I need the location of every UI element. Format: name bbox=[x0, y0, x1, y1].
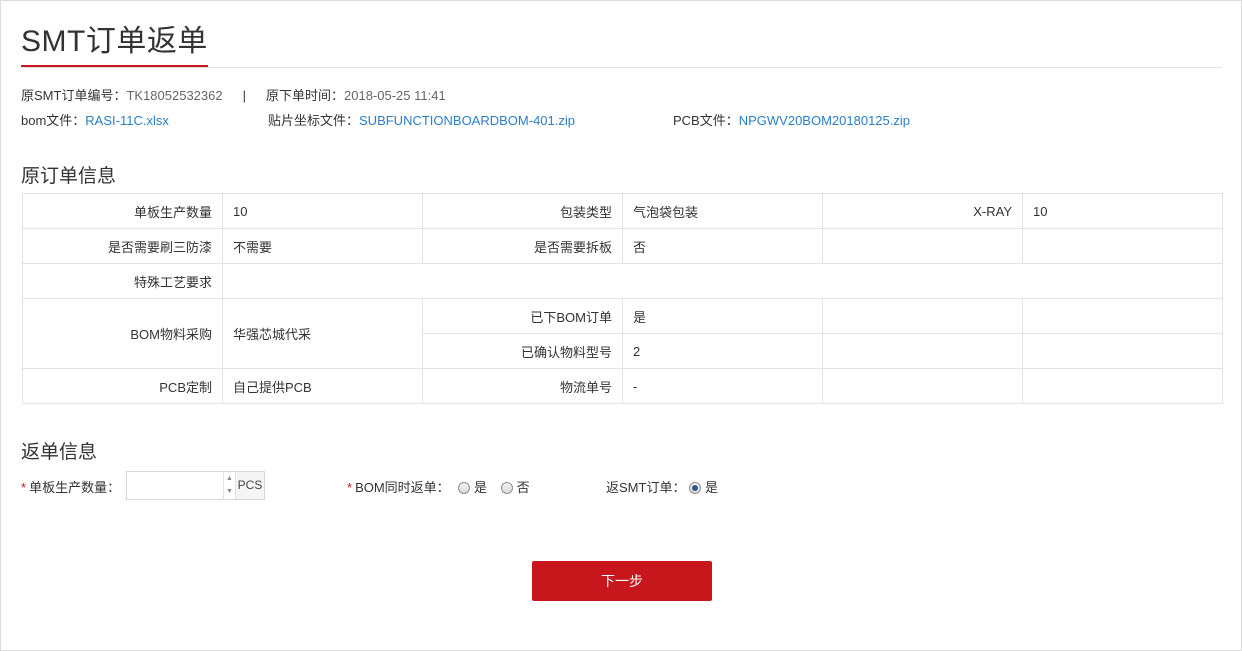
smt-return-radio-group: 是 bbox=[689, 477, 728, 496]
quantity-stepper: ▲ ▼ PCS bbox=[126, 471, 265, 500]
table-row: 是否需要刷三防漆 不需要 是否需要拆板 否 bbox=[22, 228, 1223, 264]
smt-return-yes[interactable]: 是 bbox=[689, 480, 718, 495]
special-value bbox=[222, 263, 1223, 299]
coord-file-link[interactable]: SUBFUNCTIONBOARDBOM-401.zip bbox=[359, 113, 575, 128]
return-form: * 单板生产数量： ▲ ▼ PCS * BOM同时返单： 是 否 返SMT订单： 是 bbox=[21, 471, 1221, 501]
confirmed-label: 已确认物料型号 bbox=[422, 333, 623, 369]
bom-ordered-label: 已下BOM订单 bbox=[422, 298, 623, 334]
empty-cell bbox=[1022, 333, 1223, 369]
empty-cell bbox=[1022, 298, 1223, 334]
bom-purchase-label: BOM物料采购 bbox=[22, 298, 223, 369]
empty-cell bbox=[1022, 368, 1223, 404]
original-order-table: 单板生产数量 10 包装类型 气泡袋包装 X-RAY 10 是否需要刷三防漆 不… bbox=[22, 193, 1223, 404]
radio-icon[interactable] bbox=[500, 482, 513, 494]
page-header: SMT订单返单 bbox=[21, 23, 1222, 68]
pack-value: 气泡袋包装 bbox=[622, 193, 823, 229]
bom-purchase-value: 华强芯城代采 bbox=[222, 298, 423, 369]
order-time-value: 2018-05-25 11:41 bbox=[344, 88, 446, 103]
pcb-custom-label: PCB定制 bbox=[22, 368, 223, 404]
bom-file-label: bom文件： bbox=[21, 113, 86, 128]
bom-return-no[interactable]: 否 bbox=[500, 480, 530, 495]
qty-value: 10 bbox=[222, 193, 423, 229]
empty-cell bbox=[822, 333, 1023, 369]
table-row: 单板生产数量 10 包装类型 气泡袋包装 X-RAY 10 bbox=[22, 193, 1223, 229]
quantity-input[interactable] bbox=[127, 472, 223, 499]
bom-file-link[interactable]: RASI-11C.xlsx bbox=[85, 113, 169, 128]
stepper-buttons: ▲ ▼ bbox=[223, 472, 235, 499]
original-order-heading: 原订单信息 bbox=[21, 166, 117, 187]
bom-return-radio-group: 是 否 bbox=[458, 477, 540, 496]
empty-cell bbox=[822, 228, 1023, 264]
pack-label: 包装类型 bbox=[422, 193, 623, 229]
order-time-label: 原下单时间： bbox=[266, 88, 345, 103]
meta-separator: | bbox=[242, 88, 246, 103]
xray-value: 10 bbox=[1022, 193, 1223, 229]
order-no-value: TK18052532362 bbox=[126, 88, 223, 103]
empty-cell bbox=[822, 298, 1023, 334]
empty-cell bbox=[822, 368, 1023, 404]
order-no-label: 原SMT订单编号： bbox=[21, 88, 127, 103]
radio-icon[interactable] bbox=[458, 482, 470, 494]
special-label: 特殊工艺要求 bbox=[22, 263, 223, 299]
pcb-file-label: PCB文件： bbox=[673, 113, 739, 128]
unit-label: PCS bbox=[235, 472, 264, 499]
table-row: PCB定制 自己提供PCB 物流单号 - bbox=[22, 368, 1223, 404]
bom-file-item: bom文件：RASI-11C.xlsx bbox=[21, 110, 169, 129]
empty-cell bbox=[1022, 228, 1223, 264]
pcb-file-item: PCB文件：NPGWV20BOM20180125.zip bbox=[673, 110, 910, 129]
pcb-file-link[interactable]: NPGWV20BOM20180125.zip bbox=[739, 113, 910, 128]
qty-field-label-text: 单板生产数量： bbox=[29, 480, 121, 495]
table-row: 特殊工艺要求 bbox=[22, 263, 1223, 299]
radio-label: 否 bbox=[516, 480, 530, 495]
split-label: 是否需要拆板 bbox=[422, 228, 623, 264]
bom-return-yes[interactable]: 是 bbox=[458, 480, 487, 495]
bom-ordered-value: 是 bbox=[622, 298, 823, 334]
coating-label: 是否需要刷三防漆 bbox=[22, 228, 223, 264]
table-row: BOM物料采购 华强芯城代采 已下BOM订单 是 bbox=[22, 298, 1223, 369]
return-info-heading: 返单信息 bbox=[21, 442, 98, 463]
qty-label: 单板生产数量 bbox=[22, 193, 223, 229]
next-step-button[interactable]: 下一步 bbox=[532, 561, 712, 601]
tracking-value: - bbox=[622, 368, 823, 404]
radio-label: 是 bbox=[705, 480, 719, 495]
coord-file-label: 贴片坐标文件： bbox=[268, 113, 360, 128]
tracking-label: 物流单号 bbox=[422, 368, 623, 404]
stepper-up-icon[interactable]: ▲ bbox=[224, 472, 235, 485]
split-value: 否 bbox=[622, 228, 823, 264]
page-title: SMT订单返单 bbox=[21, 25, 208, 67]
required-mark: * bbox=[347, 480, 353, 495]
pcb-custom-value: 自己提供PCB bbox=[222, 368, 423, 404]
order-meta-row: 原SMT订单编号：TK18052532362 | 原下单时间：2018-05-25 … bbox=[21, 85, 446, 104]
qty-field-label: * 单板生产数量： bbox=[21, 477, 120, 496]
radio-selected-icon[interactable] bbox=[689, 482, 701, 494]
stepper-down-icon[interactable]: ▼ bbox=[224, 485, 235, 498]
bom-return-label: * BOM同时返单： bbox=[347, 477, 450, 496]
bom-return-label-text: BOM同时返单： bbox=[355, 480, 450, 495]
confirmed-value: 2 bbox=[622, 333, 823, 369]
coating-value: 不需要 bbox=[222, 228, 423, 264]
radio-label: 是 bbox=[474, 480, 488, 495]
required-mark: * bbox=[21, 480, 27, 495]
xray-label: X-RAY bbox=[822, 193, 1023, 229]
smt-return-label: 返SMT订单： bbox=[606, 480, 686, 495]
coord-file-item: 贴片坐标文件：SUBFUNCTIONBOARDBOM-401.zip bbox=[268, 110, 575, 129]
page-frame: SMT订单返单 原SMT订单编号：TK18052532362 | 原下单时间：201… bbox=[0, 0, 1242, 651]
